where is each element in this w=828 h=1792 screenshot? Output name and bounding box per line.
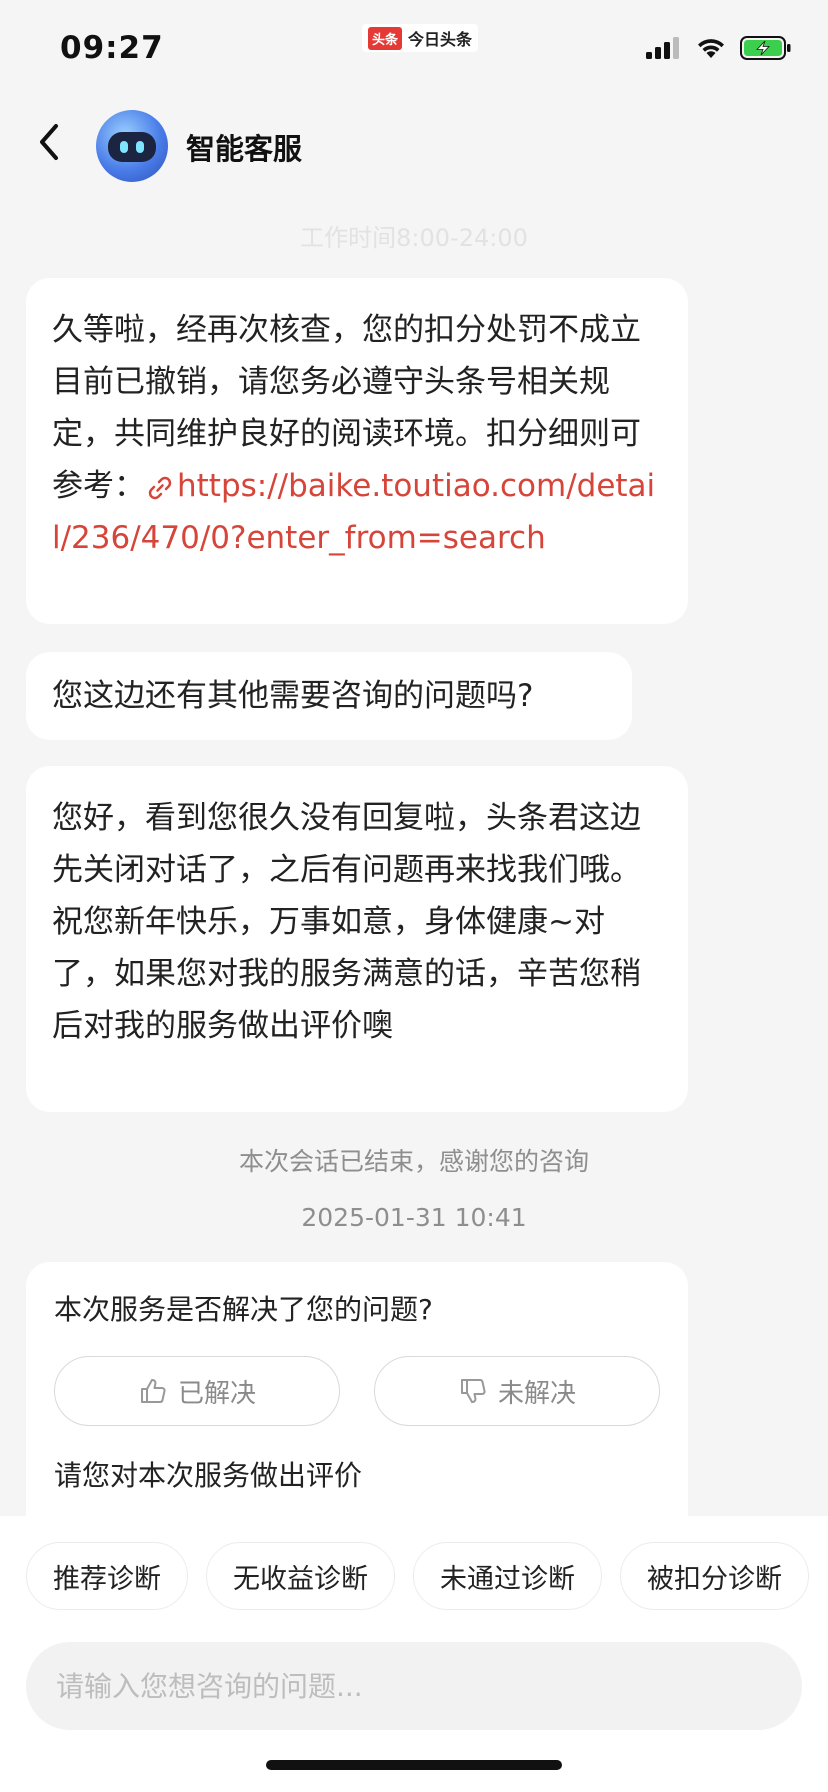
wifi-icon <box>696 37 726 63</box>
app-name: 今日头条 <box>408 30 473 49</box>
system-icons <box>646 36 792 64</box>
quick-reply-bar: 推荐诊断 无收益诊断 未通过诊断 被扣分诊断 <box>26 1542 809 1610</box>
chat-header: 智能客服 <box>0 100 828 190</box>
chevron-left-icon <box>40 124 58 160</box>
agent-message: 您这边还有其他需要咨询的问题吗? <box>26 652 632 740</box>
battery-charging-icon <box>740 36 792 64</box>
status-bar: 09:27 头条 今日头条 <box>0 0 828 96</box>
quick-reply-not-approved[interactable]: 未通过诊断 <box>413 1542 602 1610</box>
feedback-question: 本次服务是否解决了您的问题? <box>54 1293 433 1326</box>
page-title: 智能客服 <box>186 132 303 166</box>
message-text: 您这边还有其他需要咨询的问题吗? <box>52 678 534 714</box>
timestamp: 2025-01-31 10:41 <box>301 1203 527 1232</box>
message-input-bar <box>26 1642 802 1730</box>
robot-avatar-icon <box>96 110 168 182</box>
signal-icon <box>646 37 682 63</box>
link-icon <box>148 476 172 499</box>
session-ended-text: 本次会话已结束，感谢您的咨询 <box>238 1147 589 1176</box>
agent-message: 久等啦，经再次核查，您的扣分处罚不成立目前已撤销，请您务必遵守头条号相关规定，共… <box>26 278 688 624</box>
home-indicator[interactable] <box>266 1760 562 1770</box>
app-logo: 头条 <box>368 26 403 50</box>
thumbs-down-icon <box>460 1379 486 1403</box>
feedback-card: 本次服务是否解决了您的问题? 已解决 未解决 请您对本次服务做出评价 <box>26 1262 688 1522</box>
bottom-panel: 推荐诊断 无收益诊断 未通过诊断 被扣分诊断 <box>0 1516 828 1792</box>
rating-prompt: 请您对本次服务做出评价 <box>54 1459 363 1492</box>
resolved-button[interactable]: 已解决 <box>54 1356 340 1426</box>
quick-reply-no-revenue[interactable]: 无收益诊断 <box>206 1542 395 1610</box>
resolved-label: 已解决 <box>177 1378 256 1409</box>
status-time: 09:27 <box>60 30 164 66</box>
quick-reply-recommend[interactable]: 推荐诊断 <box>26 1542 188 1610</box>
message-input[interactable] <box>54 1668 774 1704</box>
service-hours-hint: 工作时间8:00-24:00 <box>300 224 528 252</box>
unresolved-label: 未解决 <box>497 1378 576 1409</box>
quick-reply-deducted[interactable]: 被扣分诊断 <box>620 1542 809 1610</box>
thumbs-up-icon <box>140 1379 166 1403</box>
unresolved-button[interactable]: 未解决 <box>374 1356 660 1426</box>
back-button[interactable] <box>30 118 70 166</box>
agent-message: 您好，看到您很久没有回复啦，头条君这边先关闭对话了，之后有问题再来找我们哦。祝您… <box>26 766 688 1112</box>
message-text: 您好，看到您很久没有回复啦，头条君这边先关闭对话了，之后有问题再来找我们哦。祝您… <box>52 800 641 1044</box>
app-badge: 头条 今日头条 <box>362 24 479 52</box>
